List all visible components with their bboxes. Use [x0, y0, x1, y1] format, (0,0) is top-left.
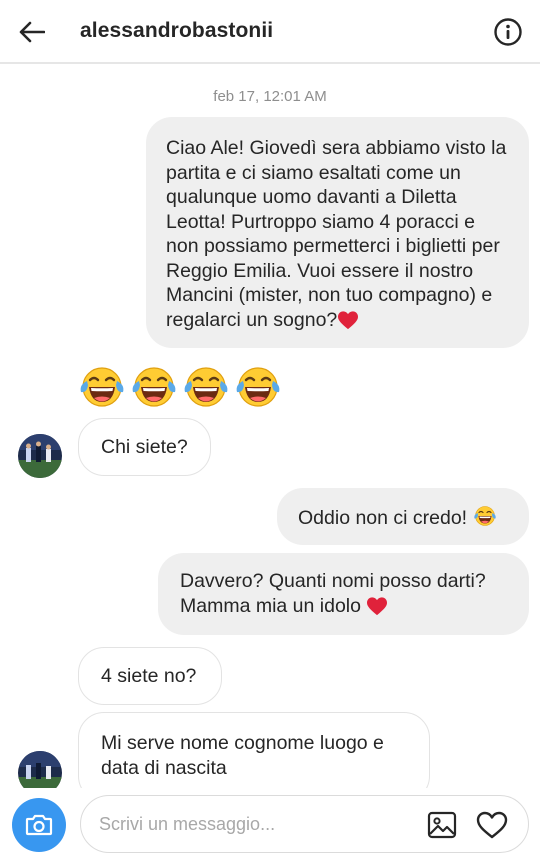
received-message-bubble[interactable]: 4 siete no?: [78, 647, 222, 705]
arrow-left-icon: [19, 21, 45, 43]
avatar-photo: [18, 434, 62, 478]
camera-button[interactable]: [12, 798, 66, 852]
heart-outline-icon: [476, 811, 508, 838]
image-icon: [427, 811, 457, 839]
chat-username[interactable]: alessandrobastonii: [80, 19, 273, 43]
message-text: Ciao Ale! Giovedì sera abbiamo visto la …: [166, 137, 507, 331]
like-button[interactable]: [475, 809, 509, 841]
info-button[interactable]: [490, 14, 526, 50]
tears-of-joy-icon: [235, 366, 281, 408]
message-timestamp: feb 17, 12:01 AM: [213, 88, 327, 105]
tears-of-joy-icon: [79, 366, 125, 408]
sent-message-bubble[interactable]: Davvero? Quanti nomi posso darti? Mamma …: [158, 553, 529, 635]
message-text-line2: Mamma mia un idolo: [180, 594, 361, 617]
tears-of-joy-icon: [183, 366, 229, 408]
gallery-button[interactable]: [426, 809, 458, 841]
message-composer: [0, 788, 540, 860]
message-text: 4 siete no?: [101, 665, 197, 687]
info-circle-icon: [494, 18, 522, 46]
camera-icon: [25, 814, 53, 836]
sent-message-bubble[interactable]: Ciao Ale! Giovedì sera abbiamo visto la …: [146, 117, 529, 348]
red-heart-icon: [338, 310, 359, 329]
tears-of-joy-icon: [473, 505, 496, 527]
tears-of-joy-icon: [131, 366, 177, 408]
message-text: Chi siete?: [101, 436, 188, 458]
sent-message-bubble[interactable]: Oddio non ci credo!: [277, 488, 529, 545]
back-button[interactable]: [14, 14, 50, 50]
message-text: Mi serve nome cognome luogo e data di na…: [101, 732, 384, 779]
chat-header: alessandrobastonii: [0, 0, 540, 64]
red-heart-icon: [367, 596, 388, 615]
emoji-message[interactable]: [78, 363, 282, 411]
received-message-bubble[interactable]: Chi siete?: [78, 418, 211, 476]
message-text: Davvero? Quanti nomi posso darti?: [180, 570, 486, 592]
message-text: Oddio non ci credo!: [298, 507, 468, 529]
avatar[interactable]: [18, 434, 62, 478]
message-input-container: [80, 795, 529, 853]
message-input[interactable]: [99, 810, 419, 838]
